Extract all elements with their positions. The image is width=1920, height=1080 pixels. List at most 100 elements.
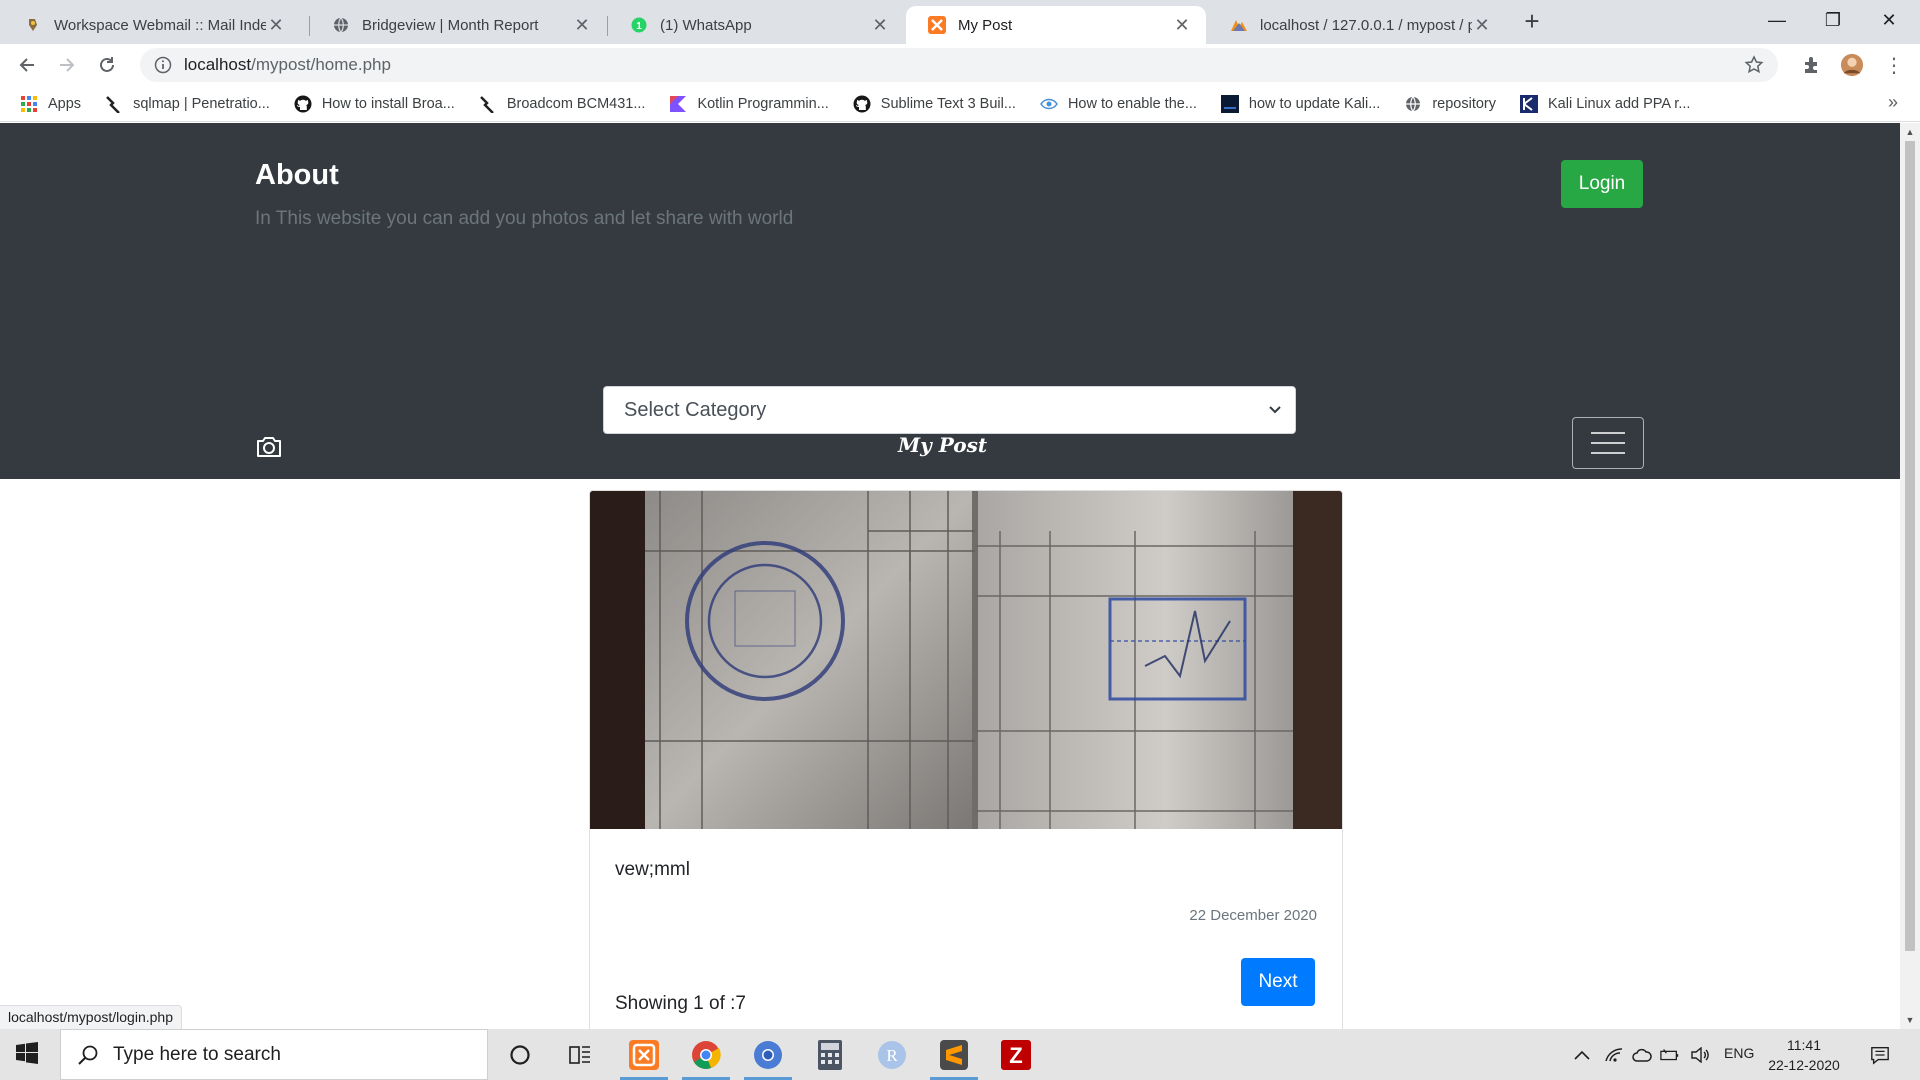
about-header: About In This website you can add you ph… xyxy=(0,123,1900,355)
scroll-down-icon[interactable]: ▼ xyxy=(1905,1015,1915,1025)
forward-button[interactable] xyxy=(52,50,82,80)
task-view-icon[interactable] xyxy=(552,1029,608,1080)
menu-kebab-icon[interactable]: ⋮ xyxy=(1882,53,1906,77)
scroll-up-icon[interactable]: ▲ xyxy=(1905,127,1915,137)
windows-taskbar: Type here to search R Z ENG 11:41 22-12-… xyxy=(0,1029,1920,1080)
clock-date: 22-12-2020 xyxy=(1768,1057,1840,1073)
close-tab-icon[interactable]: ✕ xyxy=(1172,15,1192,36)
volume-icon[interactable] xyxy=(1690,1045,1710,1065)
restore-button[interactable]: ❐ xyxy=(1810,4,1856,36)
bookmark-enable[interactable]: How to enable the... xyxy=(1040,95,1197,113)
bookmark-label: How to install Broa... xyxy=(321,95,455,112)
xampp-icon xyxy=(928,16,946,34)
github-icon xyxy=(294,95,312,113)
tab-title: My Post xyxy=(958,16,1013,34)
svg-text:R: R xyxy=(886,1046,898,1065)
bookmark-apps[interactable]: Apps xyxy=(20,95,81,113)
xampp-taskbar-icon[interactable] xyxy=(616,1029,672,1080)
chrome-icon[interactable] xyxy=(678,1029,734,1080)
category-select-value: Select Category xyxy=(624,398,767,421)
about-title: About xyxy=(255,159,339,191)
scrollbar-thumb[interactable] xyxy=(1905,141,1915,951)
navbar-brand[interactable]: My Post xyxy=(898,433,987,457)
bookmark-kotlin[interactable]: Kotlin Programmin... xyxy=(669,95,829,113)
onedrive-icon[interactable] xyxy=(1632,1045,1652,1065)
url-host: localhost xyxy=(184,55,252,74)
bookmark-repository[interactable]: repository xyxy=(1404,95,1496,113)
next-button[interactable]: Next xyxy=(1241,958,1315,1006)
info-icon[interactable] xyxy=(154,56,172,74)
svg-text:1: 1 xyxy=(636,21,642,32)
tab-title: Bridgeview | Month Report xyxy=(362,16,539,34)
svg-text:Z: Z xyxy=(1009,1043,1022,1068)
r-icon[interactable]: R xyxy=(864,1029,920,1080)
sqlmap-icon xyxy=(479,95,497,113)
globe-icon xyxy=(1404,95,1422,113)
bookmark-install-broadcom[interactable]: How to install Broa... xyxy=(294,95,455,113)
post-date: 22 December 2020 xyxy=(1189,907,1317,924)
tab-phpmyadmin[interactable]: localhost / 127.0.0.1 / mypost / p ✕ xyxy=(1208,6,1506,44)
chromium-icon[interactable] xyxy=(740,1029,796,1080)
taskbar-clock[interactable]: 11:41 22-12-2020 xyxy=(1764,1035,1844,1075)
bookmark-update-kali[interactable]: how to update Kali... xyxy=(1220,94,1380,113)
calculator-icon[interactable] xyxy=(802,1029,858,1080)
bookmark-kali-ppa[interactable]: Kali Linux add PPA r... xyxy=(1520,94,1690,113)
close-tab-icon[interactable]: ✕ xyxy=(266,15,286,36)
extensions-icon[interactable] xyxy=(1800,53,1824,77)
filezilla-icon[interactable]: Z xyxy=(988,1029,1044,1080)
taskbar-search[interactable]: Type here to search xyxy=(60,1029,488,1080)
bookmarks-bar: Apps sqlmap | Penetratio... How to insta… xyxy=(0,86,1920,122)
chevron-down-icon xyxy=(1269,406,1281,414)
kotlin-icon xyxy=(669,95,687,113)
bookmark-label: sqlmap | Penetratio... xyxy=(133,95,270,112)
tab-title: (1) WhatsApp xyxy=(660,16,752,34)
sublime-icon[interactable] xyxy=(926,1029,982,1080)
hamburger-line xyxy=(1591,432,1625,434)
bookmark-sqlmap[interactable]: sqlmap | Penetratio... xyxy=(105,95,270,113)
new-tab-button[interactable]: + xyxy=(1518,8,1546,36)
pagination-status: Showing 1 of :7 xyxy=(615,993,746,1014)
sqlmap-icon xyxy=(105,95,123,113)
category-select[interactable]: Select Category xyxy=(603,386,1296,434)
bookmark-label: How to enable the... xyxy=(1067,95,1197,112)
battery-icon[interactable] xyxy=(1660,1045,1680,1065)
phpmyadmin-icon xyxy=(1230,16,1248,34)
back-button[interactable] xyxy=(12,50,42,80)
url-text[interactable]: localhost/mypost/home.php xyxy=(184,55,391,75)
show-hidden-icons-icon[interactable] xyxy=(1572,1045,1592,1065)
url-path: /mypost/home.php xyxy=(251,55,391,74)
bookmark-broadcom[interactable]: Broadcom BCM431... xyxy=(479,95,645,113)
taskbar-search-placeholder: Type here to search xyxy=(113,1043,281,1065)
close-tab-icon[interactable]: ✕ xyxy=(870,15,890,36)
tab-bridgeview[interactable]: Bridgeview | Month Report ✕ xyxy=(310,6,606,44)
page-viewport: About In This website you can add you ph… xyxy=(0,123,1900,1029)
bookmarks-overflow-button[interactable]: » xyxy=(1888,92,1898,113)
close-window-button[interactable]: ✕ xyxy=(1866,4,1912,36)
whatsapp-icon: 1 xyxy=(630,16,648,34)
bookmark-sublime[interactable]: Sublime Text 3 Buil... xyxy=(853,95,1016,113)
camera-icon[interactable] xyxy=(255,435,283,461)
close-tab-icon[interactable]: ✕ xyxy=(572,15,592,36)
post-image[interactable] xyxy=(590,491,1342,829)
wifi-icon[interactable] xyxy=(1604,1045,1624,1065)
github-icon xyxy=(853,95,871,113)
tab-webmail[interactable]: Workspace Webmail :: Mail Index ✕ xyxy=(2,6,300,44)
bookmark-star-icon[interactable] xyxy=(1744,55,1764,75)
profile-avatar[interactable] xyxy=(1840,53,1864,77)
notifications-icon[interactable] xyxy=(1870,1045,1890,1065)
page-scrollbar[interactable]: ▲ ▼ xyxy=(1900,123,1920,1029)
address-bar[interactable]: localhost/mypost/home.php xyxy=(140,48,1778,82)
cortana-icon[interactable] xyxy=(492,1029,548,1080)
navbar-toggler-button[interactable] xyxy=(1572,417,1644,469)
hamburger-line xyxy=(1591,442,1625,444)
login-button[interactable]: Login xyxy=(1561,160,1643,208)
language-indicator[interactable]: ENG xyxy=(1724,1045,1754,1061)
status-bar-link: localhost/mypost/login.php xyxy=(0,1005,182,1029)
reload-button[interactable] xyxy=(92,50,122,80)
minimize-button[interactable]: — xyxy=(1754,4,1800,36)
close-tab-icon[interactable]: ✕ xyxy=(1472,15,1492,36)
windows-start-icon[interactable] xyxy=(16,1042,40,1066)
terminal-icon xyxy=(1220,94,1239,113)
tab-whatsapp[interactable]: 1 (1) WhatsApp ✕ xyxy=(608,6,904,44)
tab-my-post[interactable]: My Post ✕ xyxy=(906,6,1206,44)
